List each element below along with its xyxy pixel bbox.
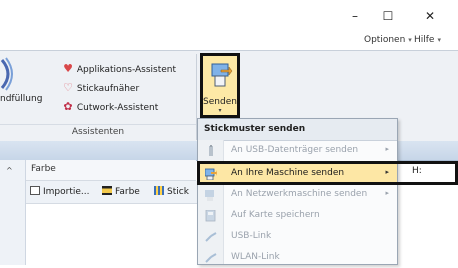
senden-button[interactable]: Senden ▾ <box>200 53 240 118</box>
close-button[interactable]: ✕ <box>418 7 442 25</box>
submenu-arrow-icon: ▸ <box>385 189 389 197</box>
menu-item-label: USB-Link <box>231 231 272 241</box>
applikations-assistent-button[interactable]: ♥ Applikations-Assistent <box>62 62 176 75</box>
farbe-button[interactable]: Farbe <box>102 186 140 197</box>
cutwork-assistent-button[interactable]: ✿ Cutwork-Assistent <box>62 100 158 113</box>
menu-item-label: Auf Karte speichern <box>231 210 320 220</box>
menu-title: Stickmuster senden <box>204 124 306 134</box>
menu-item-usb-link[interactable]: USB-Link <box>198 227 397 247</box>
color-spool-icon <box>102 186 112 195</box>
tab-optionen[interactable]: Optionen ▾ <box>364 35 412 45</box>
tab-hilfe[interactable]: Hilfe ▾ <box>414 35 441 45</box>
left-strip <box>0 160 26 265</box>
chevron-down-icon: ▾ <box>408 36 412 44</box>
usb-drive-icon <box>209 145 213 156</box>
stickaufnaeher-label: Stickaufnäher <box>76 84 140 94</box>
menu-item-usb-datentraeger[interactable]: An USB-Datenträger senden ▸ <box>198 141 397 161</box>
card-save-icon <box>205 210 216 222</box>
ribbon-tab-row: Optionen ▾ Hilfe ▾ <box>0 33 458 50</box>
senden-label: Senden <box>203 97 237 107</box>
wlan-link-icon <box>205 253 217 263</box>
submenu-arrow-icon: ▸ <box>385 145 389 153</box>
import-button[interactable]: Importie... <box>30 186 90 197</box>
fill-tool-icon <box>0 57 13 91</box>
menu-header: Stickmuster senden <box>198 119 397 141</box>
menu-item-label: An Netzwerkmaschine senden <box>231 189 368 199</box>
heart-outline-icon: ♡ <box>63 81 73 94</box>
stitch-icon <box>154 186 164 195</box>
panel-toolbar: Importie... Farbe Stick <box>26 181 198 204</box>
menu-item-label: WLAN-Link <box>231 252 280 262</box>
fill-button-label[interactable]: ndfüllung <box>0 94 42 104</box>
ribbon-group-label: Assistenten <box>0 124 196 141</box>
applikations-assistent-label: Applikations-Assistent <box>76 65 177 75</box>
import-label: Importie... <box>43 187 90 197</box>
chevron-down-icon: ▾ <box>218 107 222 114</box>
color-list-panel <box>26 204 198 265</box>
menu-item-highlight-frame <box>197 161 458 185</box>
send-dropdown-menu: Stickmuster senden An USB-Datenträger se… <box>197 118 398 265</box>
send-machine-icon <box>211 63 233 87</box>
stick-button[interactable]: Stick <box>154 186 189 197</box>
title-bar: – ☐ ✕ <box>0 0 458 33</box>
network-machine-icon <box>205 190 214 201</box>
scroll-up-button[interactable]: ^ <box>6 166 13 175</box>
menu-item-wlan-link[interactable]: WLAN-Link <box>198 248 397 268</box>
stickaufnaeher-button[interactable]: ♡ Stickaufnäher <box>62 81 139 94</box>
chevron-down-icon: ▾ <box>437 36 441 44</box>
maximize-button[interactable]: ☐ <box>376 7 400 25</box>
tab-hilfe-label: Hilfe <box>414 35 435 45</box>
tab-optionen-label: Optionen <box>364 35 406 45</box>
usb-link-icon <box>205 232 217 242</box>
menu-item-label: An USB-Datenträger senden <box>231 145 359 155</box>
minimize-button[interactable]: – <box>343 7 367 25</box>
heart-icon: ♥ <box>63 62 73 75</box>
stick-label: Stick <box>167 187 189 197</box>
menu-item-netzwerkmaschine[interactable]: An Netzwerkmaschine senden ▸ <box>198 185 397 205</box>
import-icon <box>30 186 40 195</box>
farbe-header-label: Farbe <box>31 164 56 174</box>
cutwork-flower-icon: ✿ <box>63 100 73 113</box>
cutwork-assistent-label: Cutwork-Assistent <box>76 103 159 113</box>
farbe-panel-header: Farbe <box>26 160 196 181</box>
menu-item-karte-speichern[interactable]: Auf Karte speichern <box>198 206 397 226</box>
farbe-button-label: Farbe <box>115 187 140 197</box>
